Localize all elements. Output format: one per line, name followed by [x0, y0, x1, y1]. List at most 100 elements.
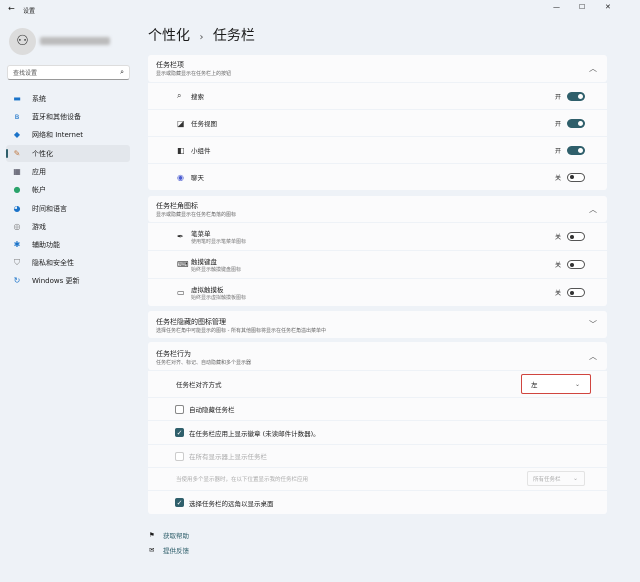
chevron-down-icon: ⌄	[572, 475, 578, 482]
sidebar-item[interactable]: ▦ 应用	[6, 163, 130, 180]
behavior-header[interactable]: 任务栏行为 任务栏对齐、标记、自动隐藏和多个显示器 ︿	[148, 342, 607, 370]
search-input[interactable]: 查找设置 ⌕	[7, 65, 130, 80]
sidebar-item-label: 网络和 Internet	[32, 130, 84, 139]
chevron-down-icon[interactable]: ﹀	[589, 319, 597, 330]
chevron-up-icon[interactable]: ︿	[589, 351, 597, 362]
section-title: 任务栏项	[156, 61, 184, 69]
back-button[interactable]: ←	[8, 4, 15, 13]
sidebar-item-label: 蓝牙和其他设备	[32, 112, 81, 121]
close-button[interactable]: ✕	[605, 3, 611, 11]
section-title: 任务栏隐藏的图标管理	[156, 318, 226, 326]
toggle-switch[interactable]	[567, 260, 585, 269]
help-icon: ⚑	[149, 531, 155, 539]
badges-checkbox[interactable]: ✓	[175, 428, 184, 437]
autohide-checkbox[interactable]	[175, 404, 184, 414]
sidebar-icon: ◆	[13, 130, 21, 139]
user-name-blurred	[40, 37, 110, 45]
sidebar-item[interactable]: ↻ Windows 更新	[6, 272, 130, 289]
far-corner-checkbox[interactable]: ✓	[175, 498, 184, 507]
setting-row: ◉ 聊天 关	[148, 164, 607, 190]
row-label: 聊天	[191, 174, 204, 182]
sidebar-item[interactable]: ◆ 网络和 Internet	[6, 126, 130, 143]
selection-indicator	[6, 149, 8, 158]
sidebar-item-label: 时间和语言	[32, 204, 67, 213]
row-label: 任务视图	[191, 120, 217, 128]
alignment-label: 任务栏对齐方式	[176, 381, 222, 389]
row-icon: ◧	[177, 145, 185, 155]
sidebar-icon: ▬	[13, 94, 21, 103]
sidebar-item-label: 游戏	[32, 222, 46, 231]
toggle-state: 关	[554, 290, 561, 297]
title-bar: ← 设置 — ☐ ✕	[0, 0, 640, 18]
toggle-switch[interactable]	[567, 118, 585, 128]
corner-icons-header[interactable]: 任务栏角图标 显示或隐藏显示在任务栏角落的图标 ︿	[148, 196, 607, 222]
toggle-switch[interactable]	[567, 145, 585, 155]
sidebar-item[interactable]: ● 帐户	[6, 181, 130, 198]
row-label: 虚拟触摸板	[191, 286, 224, 294]
sidebar-icon: ✎	[13, 149, 21, 158]
all-displays-label: 在所有显示器上显示任务栏	[189, 453, 267, 461]
chevron-up-icon[interactable]: ︿	[589, 204, 597, 215]
autohide-label: 自动隐藏任务栏	[189, 406, 235, 414]
sidebar-icon: ⛉	[14, 257, 20, 267]
avatar: ⚇	[9, 28, 36, 55]
window-title: 设置	[23, 8, 36, 15]
feedback-link[interactable]: ✉ 提供反馈	[149, 545, 189, 555]
toggle-state: 关	[554, 234, 561, 241]
sidebar-item-label: 个性化	[32, 149, 53, 158]
setting-row: ⌨ 触摸键盘 始终显示触摸键盘图标 关	[148, 251, 607, 278]
section-title: 任务栏角图标	[156, 202, 198, 210]
maximize-button[interactable]: ☐	[579, 3, 585, 11]
toggle-state: 开	[554, 120, 561, 128]
row-icon: ⌨	[177, 260, 189, 269]
sidebar-item-label: 隐私和安全性	[32, 258, 74, 267]
sidebar-item[interactable]: ✱ 辅助功能	[6, 236, 130, 253]
badges-label: 在任务栏应用上显示徽章 (未读邮件计数器)。	[189, 429, 320, 438]
chevron-down-icon: ⌄	[574, 380, 580, 388]
alignment-dropdown[interactable]: 左 ⌄	[521, 374, 591, 394]
far-corner-label: 选择任务栏的远角以显示桌面	[189, 499, 274, 508]
sidebar-item[interactable]: ▬ 系统	[6, 90, 130, 107]
feedback-label: 提供反馈	[163, 547, 189, 555]
all-displays-row: 在所有显示器上显示任务栏	[148, 445, 607, 467]
breadcrumb-parent[interactable]: 个性化	[148, 28, 190, 44]
sidebar-item[interactable]: ◎ 游戏	[6, 218, 130, 235]
badges-row[interactable]: ✓ 在任务栏应用上显示徽章 (未读邮件计数器)。	[148, 421, 607, 444]
sidebar-icon: ◎	[13, 222, 21, 231]
sidebar-item[interactable]: ʙ 蓝牙和其他设备	[6, 108, 130, 125]
setting-row: ◪ 任务视图 开	[148, 110, 607, 136]
row-description: 始终显示虚拟触摸板图标	[191, 295, 247, 301]
toggle-switch[interactable]	[567, 172, 585, 182]
sidebar-item[interactable]: ✎ 个性化	[6, 145, 130, 162]
get-help-link[interactable]: ⚑ 获取帮助	[149, 530, 189, 540]
minimize-button[interactable]: —	[553, 3, 560, 11]
multi-display-row: 当使用多个显示器时，在以下位置显示我的任务栏应用 所有任务栏 ⌄	[148, 468, 607, 490]
toggle-switch[interactable]	[567, 288, 585, 297]
autohide-row[interactable]: 自动隐藏任务栏	[148, 398, 607, 420]
setting-row: ⌕ 搜索 开	[148, 83, 607, 109]
sidebar-icon: ▦	[13, 167, 21, 176]
far-corner-row[interactable]: ✓ 选择任务栏的远角以显示桌面	[148, 491, 607, 514]
toggle-state: 关	[554, 174, 561, 182]
feedback-icon: ✉	[149, 546, 155, 554]
sidebar-item[interactable]: ⛉ 隐私和安全性	[6, 254, 130, 271]
all-displays-checkbox[interactable]	[175, 451, 184, 461]
sidebar-icon: ◕	[13, 204, 21, 213]
section-subtitle: 显示或隐藏显示在任务栏角落的图标	[156, 212, 237, 218]
toggle-switch[interactable]	[567, 91, 585, 101]
section-subtitle: 显示或隐藏显示在任务栏上的按钮	[156, 71, 232, 77]
taskbar-items-header[interactable]: 任务栏项 显示或隐藏显示在任务栏上的按钮 ︿	[148, 55, 607, 82]
row-icon: ▭	[177, 288, 185, 297]
row-description: 使用笔时显示笔菜单图标	[191, 239, 247, 245]
multi-display-dropdown[interactable]: 所有任务栏 ⌄	[527, 471, 585, 486]
toggle-switch[interactable]	[567, 232, 585, 241]
toggle-state: 开	[554, 147, 561, 155]
sidebar-item[interactable]: ◕ 时间和语言	[6, 200, 130, 217]
multi-display-label: 当使用多个显示器时，在以下位置显示我的任务栏应用	[176, 477, 309, 483]
chevron-up-icon[interactable]: ︿	[589, 63, 597, 74]
chevron-right-icon: ›	[199, 32, 204, 43]
hidden-icons-header[interactable]: 任务栏隐藏的图标管理 选择任务栏角中可能显示的图标 - 所有其他图标将显示在任务…	[148, 311, 607, 338]
section-title: 任务栏行为	[156, 350, 191, 358]
setting-row: ◧ 小组件 开	[148, 137, 607, 163]
sidebar-item-label: 帐户	[32, 185, 46, 194]
